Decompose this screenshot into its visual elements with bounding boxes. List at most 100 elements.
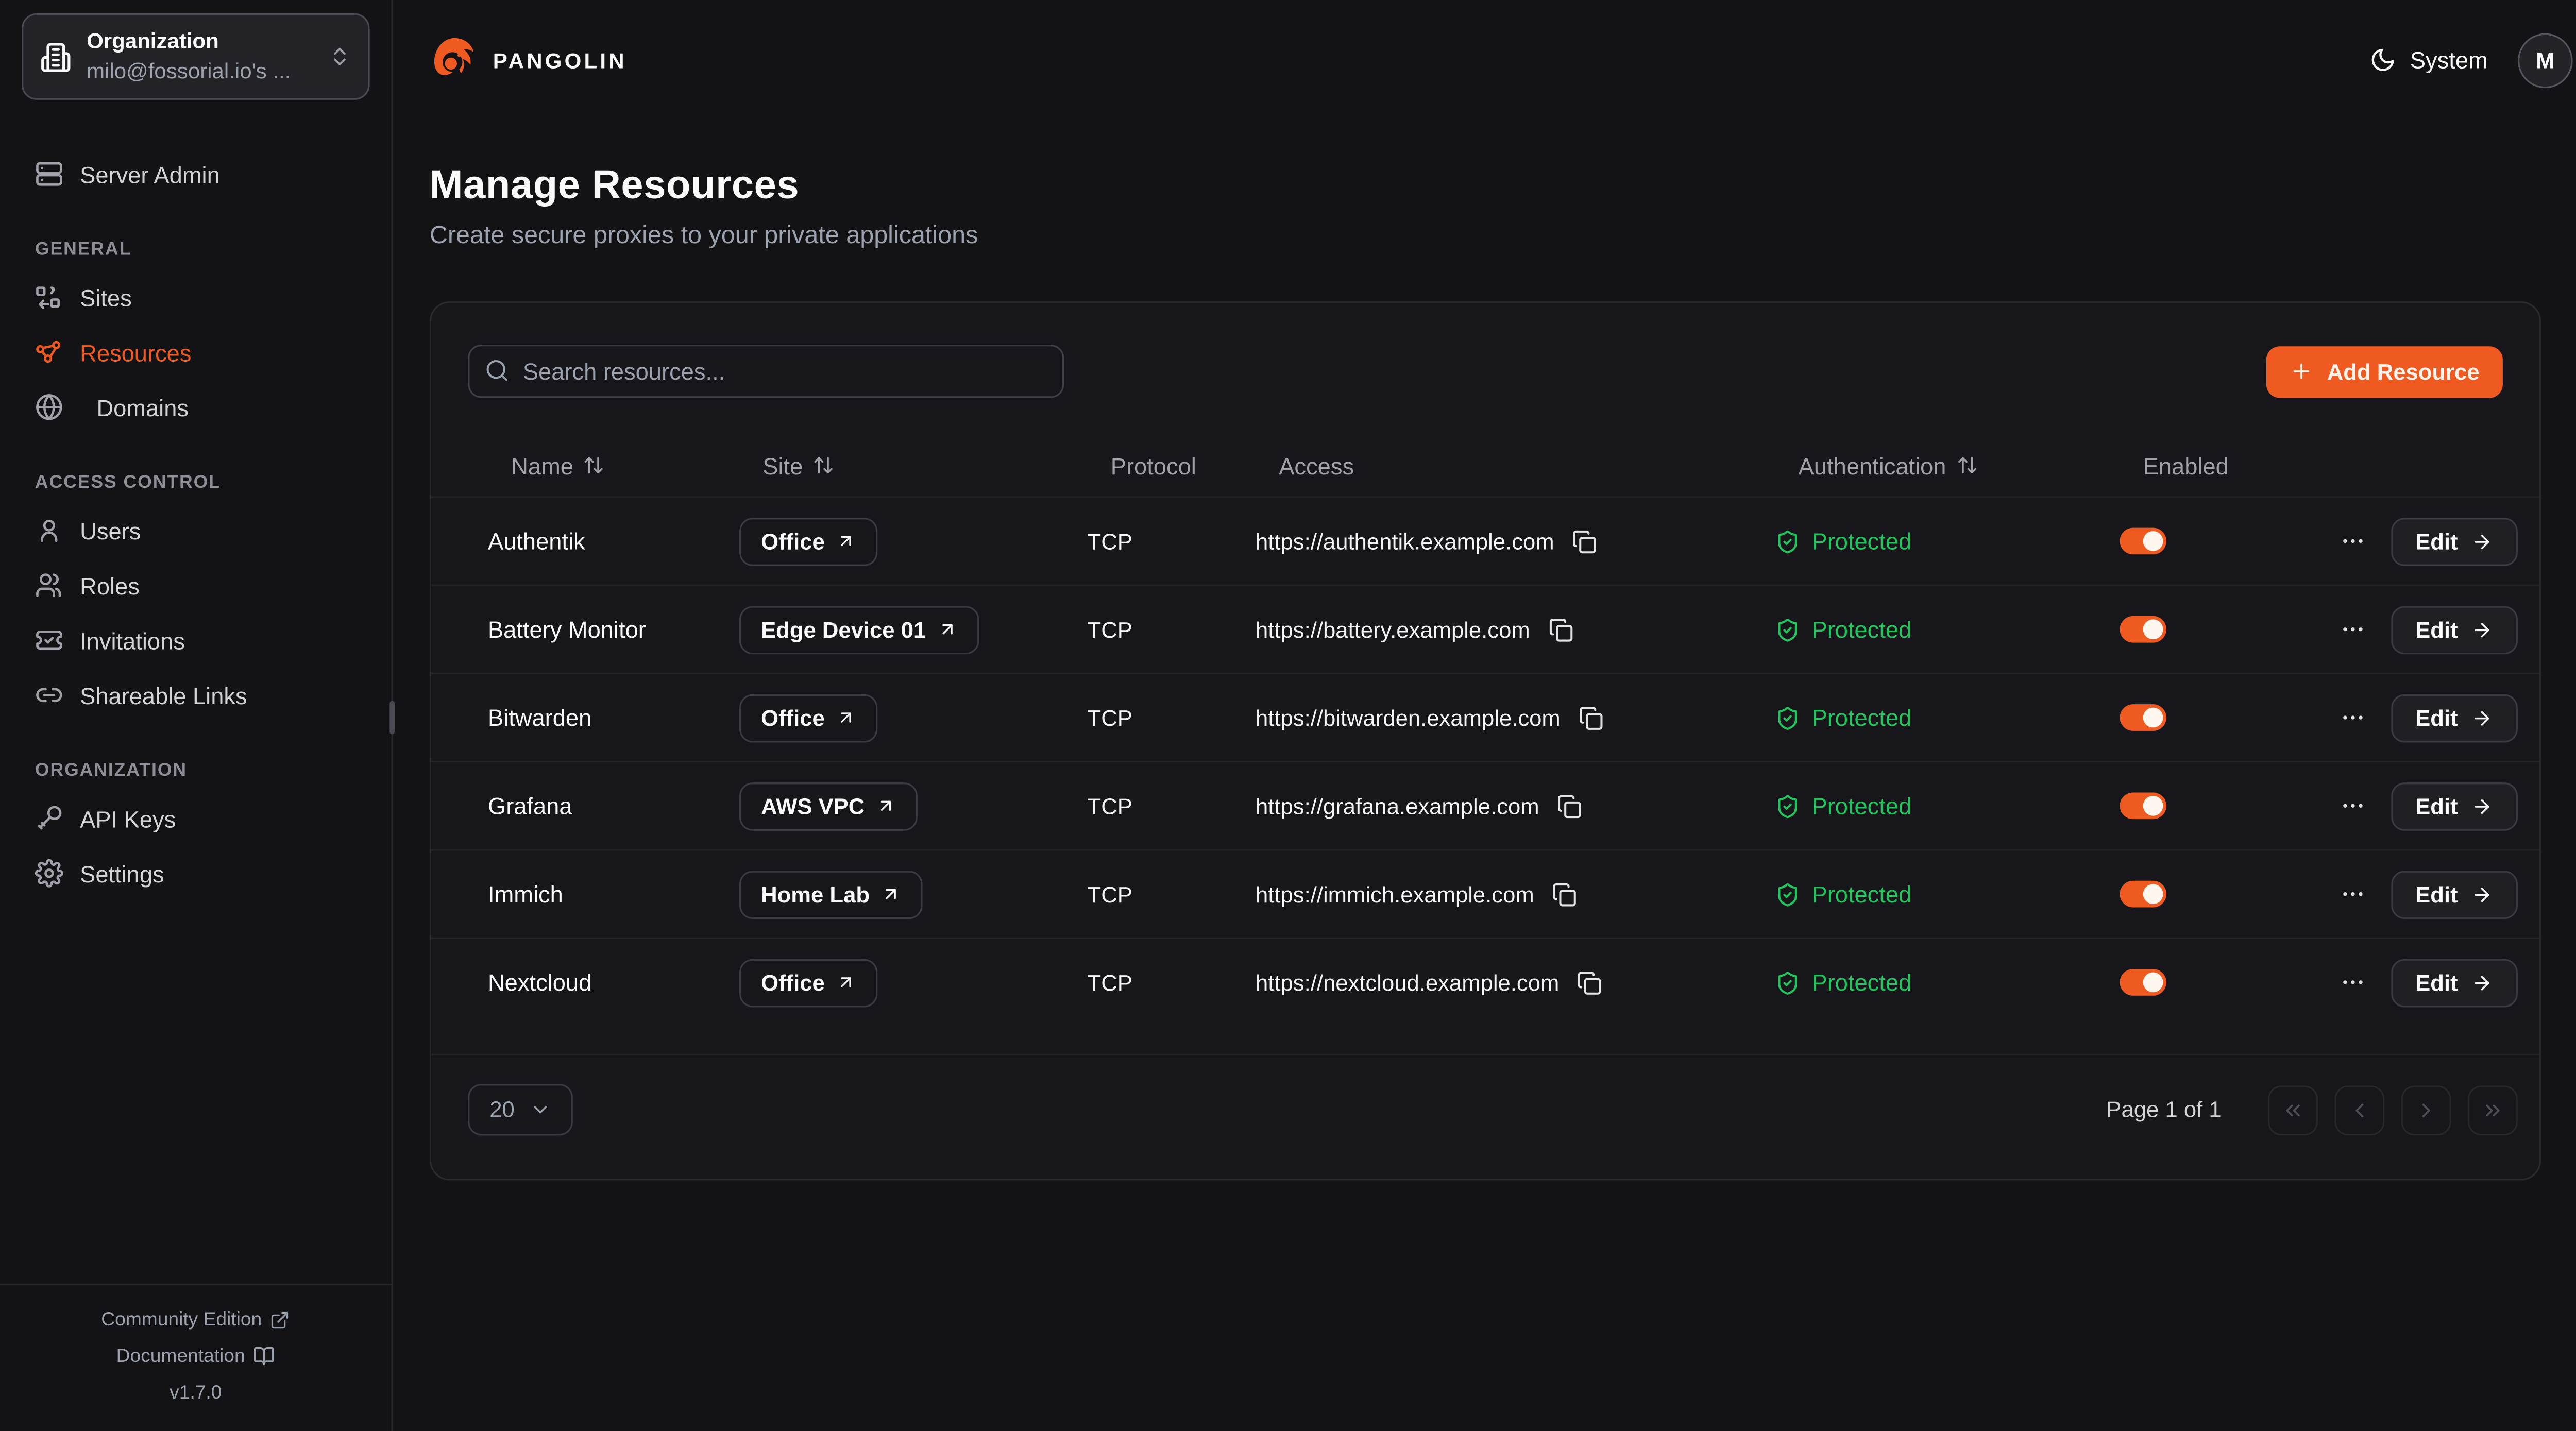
- site-link-button[interactable]: Office: [739, 517, 878, 566]
- copy-icon[interactable]: [1574, 966, 1605, 998]
- row-menu-button[interactable]: [2335, 521, 2369, 561]
- sort-icon: [583, 454, 605, 476]
- access-url: https://authentik.example.com: [1256, 529, 1554, 553]
- sidebar-item-resources[interactable]: Resources: [22, 325, 370, 380]
- arrow-up-right-icon: [938, 619, 958, 639]
- sidebar-item-sites[interactable]: Sites: [22, 270, 370, 325]
- server-icon: [35, 160, 63, 188]
- card-footer: 20 Page 1 of 1: [431, 1054, 2539, 1135]
- protocol-value: TCP: [1088, 705, 1256, 730]
- edit-button[interactable]: Edit: [2391, 517, 2518, 566]
- arrow-right-icon: [2471, 972, 2493, 993]
- card-toolbar: Add Resource: [431, 345, 2539, 398]
- row-menu-button[interactable]: [2335, 609, 2369, 650]
- site-link-button[interactable]: Office: [739, 693, 878, 742]
- copy-icon[interactable]: [1554, 790, 1586, 822]
- pangolin-logo: [430, 35, 480, 85]
- sidebar-item-settings[interactable]: Settings: [22, 846, 370, 901]
- ticket-icon: [35, 626, 63, 654]
- copy-icon[interactable]: [1549, 878, 1581, 910]
- first-page-button[interactable]: [2268, 1085, 2318, 1135]
- org-title: Organization: [87, 28, 219, 53]
- site-link-button[interactable]: AWS VPC: [739, 781, 918, 830]
- last-page-button[interactable]: [2468, 1085, 2518, 1135]
- sidebar-item-roles[interactable]: Roles: [22, 558, 370, 613]
- sidebar-item-label: Domains: [96, 394, 189, 420]
- site-link-button[interactable]: Home Lab: [739, 870, 923, 918]
- column-header-authentication[interactable]: Authentication: [1775, 452, 2120, 479]
- row-menu-button[interactable]: [2335, 962, 2369, 1002]
- edit-button[interactable]: Edit: [2391, 693, 2518, 742]
- previous-page-button[interactable]: [2334, 1085, 2384, 1135]
- enabled-toggle[interactable]: [2120, 792, 2166, 819]
- column-header-enabled: Enabled: [2120, 452, 2358, 479]
- copy-icon[interactable]: [1575, 702, 1607, 733]
- page-size-select[interactable]: 20: [468, 1084, 573, 1135]
- row-menu-button[interactable]: [2335, 697, 2369, 738]
- edit-button[interactable]: Edit: [2391, 958, 2518, 1007]
- table-row: Immich Home Lab TCP https://immich.examp…: [431, 849, 2539, 937]
- protocol-value: TCP: [1088, 793, 1256, 818]
- edit-button[interactable]: Edit: [2391, 781, 2518, 830]
- table-row: Authentik Office TCP https://authentik.e…: [431, 496, 2539, 584]
- edit-button[interactable]: Edit: [2391, 605, 2518, 654]
- auth-status: Protected: [1812, 969, 1912, 996]
- row-menu-button[interactable]: [2335, 786, 2369, 826]
- sidebar-item-label: Server Admin: [80, 161, 220, 188]
- sidebar-item-server-admin[interactable]: Server Admin: [22, 146, 370, 201]
- search-input[interactable]: [468, 345, 1064, 398]
- sidebar-item-api-keys[interactable]: API Keys: [22, 791, 370, 846]
- resource-name: Grafana: [488, 792, 739, 819]
- enabled-toggle[interactable]: [2120, 881, 2166, 908]
- sidebar-item-domains[interactable]: Domains: [22, 380, 370, 435]
- arrow-up-right-icon: [836, 973, 856, 993]
- enabled-toggle[interactable]: [2120, 616, 2166, 643]
- table-row: Nextcloud Office TCP https://nextcloud.e…: [431, 938, 2539, 1026]
- theme-toggle[interactable]: System: [2370, 46, 2487, 73]
- table-body: Authentik Office TCP https://authentik.e…: [431, 496, 2539, 1026]
- copy-icon[interactable]: [1545, 614, 1577, 645]
- community-edition-link[interactable]: Community Edition: [0, 1301, 392, 1338]
- sidebar-item-label: Users: [80, 517, 141, 544]
- arrow-right-icon: [2471, 619, 2493, 640]
- add-resource-button[interactable]: Add Resource: [2267, 346, 2502, 397]
- users-icon: [35, 571, 63, 600]
- enabled-toggle[interactable]: [2120, 528, 2166, 555]
- org-selector[interactable]: Organization milo@fossorial.io's ...: [22, 13, 370, 100]
- sidebar-item-label: Roles: [80, 572, 140, 599]
- shield-check-icon: [1775, 881, 1800, 906]
- shield-check-icon: [1775, 529, 1800, 553]
- edit-button[interactable]: Edit: [2391, 870, 2518, 918]
- sidebar-item-users[interactable]: Users: [22, 503, 370, 558]
- moon-icon: [2370, 46, 2397, 73]
- site-link-button[interactable]: Office: [739, 958, 878, 1007]
- enabled-toggle[interactable]: [2120, 704, 2166, 731]
- documentation-link[interactable]: Documentation: [0, 1338, 392, 1374]
- sidebar-item-shareable-links[interactable]: Shareable Links: [22, 668, 370, 723]
- sidebar-resize-handle[interactable]: [389, 701, 395, 735]
- gear-icon: [35, 859, 63, 888]
- enabled-toggle[interactable]: [2120, 969, 2166, 996]
- protocol-value: TCP: [1088, 617, 1256, 641]
- arrow-right-icon: [2471, 795, 2493, 816]
- arrow-up-right-icon: [836, 531, 856, 551]
- section-label-organization: ORGANIZATION: [35, 761, 357, 781]
- table-row: Grafana AWS VPC TCP https://grafana.exam…: [431, 761, 2539, 849]
- protocol-value: TCP: [1088, 529, 1256, 553]
- arrow-up-right-icon: [836, 708, 856, 728]
- site-link-button[interactable]: Edge Device 01: [739, 605, 979, 654]
- topbar: PANGOLIN System M: [393, 0, 2576, 120]
- row-menu-button[interactable]: [2335, 874, 2369, 914]
- avatar[interactable]: M: [2518, 32, 2573, 88]
- section-label-access-control: ACCESS CONTROL: [35, 473, 357, 493]
- column-header-name[interactable]: Name: [488, 452, 739, 479]
- copy-icon[interactable]: [1569, 525, 1601, 557]
- resource-name: Nextcloud: [488, 969, 739, 996]
- plus-icon: [2291, 360, 2314, 383]
- column-header-access: Access: [1256, 452, 1775, 479]
- arrow-right-icon: [2471, 530, 2493, 552]
- column-header-site[interactable]: Site: [739, 452, 1088, 479]
- sidebar-nav: Server Admin GENERAL Sites Resources: [0, 100, 392, 1283]
- next-page-button[interactable]: [2401, 1085, 2451, 1135]
- sidebar-item-invitations[interactable]: Invitations: [22, 612, 370, 668]
